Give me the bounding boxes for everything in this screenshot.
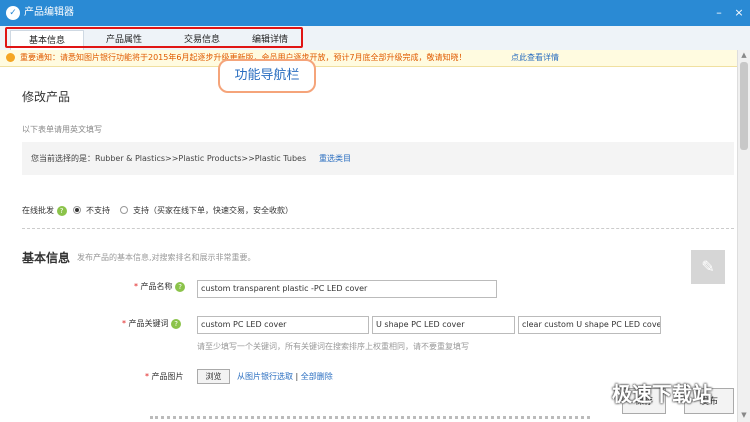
product-name-input[interactable]: custom transparent plastic -PC LED cover — [197, 280, 497, 298]
product-name-label: * 产品名称 ? — [134, 281, 186, 292]
reselect-category-link[interactable]: 重选类目 — [319, 153, 351, 164]
radio-support-label: 支持（买家在线下单，快速交易，安全收款） — [133, 206, 293, 215]
notice-bar: 重要通知：请悉知图片银行功能将于2015年6月起逐步升级更新版，会员用户逐步开放… — [0, 50, 737, 67]
window-title: 产品编辑器 — [24, 7, 74, 18]
keyword-input-2[interactable]: U shape PC LED cover — [372, 316, 515, 334]
keyword-input-1[interactable]: custom PC LED cover — [197, 316, 369, 334]
category-path: 您当前选择的是：Rubber & Plastics>>Plastic Produ… — [31, 153, 306, 164]
page-title: 修改产品 — [22, 90, 71, 104]
wholesale-label: 在线批发 ? — [22, 205, 67, 216]
image-actions: 从图片银行选取 | 全部删除 — [237, 371, 333, 382]
edit-note-icon[interactable]: ✎ — [691, 250, 725, 284]
keyword-label: * 产品关键词 ? — [122, 318, 182, 329]
browse-button[interactable]: 浏览 — [197, 369, 230, 384]
section-title: 基本信息 — [22, 251, 71, 265]
product-image-label-text: 产品图片 — [151, 372, 184, 381]
bulb-icon — [6, 53, 15, 62]
required-mark: * — [145, 372, 149, 381]
radio-not-support[interactable] — [73, 206, 81, 214]
english-hint: 以下表单请用英文填写 — [22, 125, 102, 134]
keyword-label-text: 产品关键词 — [128, 319, 169, 328]
category-value: Rubber & Plastics>>Plastic Products>>Pla… — [95, 154, 307, 163]
product-name-label-text: 产品名称 — [140, 282, 173, 291]
product-image-label: * 产品图片 — [145, 371, 184, 382]
keyword-hint: 请至少填写一个关键词，所有关键词在搜索排序上权重相同，请不要重复填写 — [197, 342, 469, 351]
from-image-bank-link[interactable]: 从图片银行选取 — [237, 372, 293, 381]
truncated-row — [150, 416, 590, 419]
watermark-logo: 极速下载站 — [612, 382, 712, 406]
wholesale-label-text: 在线批发 — [22, 206, 54, 215]
notice-details-link[interactable]: 点此查看详情 — [511, 50, 559, 66]
category-prefix: 您当前选择的是： — [31, 154, 95, 163]
highlight-box — [5, 27, 303, 48]
scroll-down-icon[interactable]: ▼ — [738, 410, 750, 420]
link-separator: | — [295, 372, 299, 381]
required-mark: * — [134, 282, 138, 291]
scroll-thumb[interactable] — [740, 62, 748, 150]
radio-support[interactable] — [120, 206, 128, 214]
help-icon[interactable]: ? — [171, 318, 182, 329]
nav-callout: 功能导航栏 — [218, 59, 316, 93]
category-box: 您当前选择的是：Rubber & Plastics>>Plastic Produ… — [22, 142, 734, 175]
vertical-scrollbar[interactable]: ▲ ▼ — [737, 50, 750, 422]
radio-not-support-label: 不支持 — [86, 206, 110, 215]
title-bar: ✓ 产品编辑器 – × — [0, 0, 750, 26]
help-icon[interactable]: ? — [175, 281, 186, 292]
keyword-input-3[interactable]: clear custom U shape PC LED cove — [518, 316, 661, 334]
section-divider — [22, 228, 734, 229]
required-mark: * — [122, 319, 126, 328]
section-description: 发布产品的基本信息,对搜索排名和展示非常重要。 — [77, 253, 256, 262]
scroll-up-icon[interactable]: ▲ — [738, 50, 750, 60]
minimize-button[interactable]: – — [711, 5, 727, 21]
close-button[interactable]: × — [731, 5, 747, 21]
delete-all-link[interactable]: 全部删除 — [301, 372, 333, 381]
help-icon[interactable]: ? — [56, 205, 67, 216]
app-logo-icon: ✓ — [6, 6, 20, 20]
